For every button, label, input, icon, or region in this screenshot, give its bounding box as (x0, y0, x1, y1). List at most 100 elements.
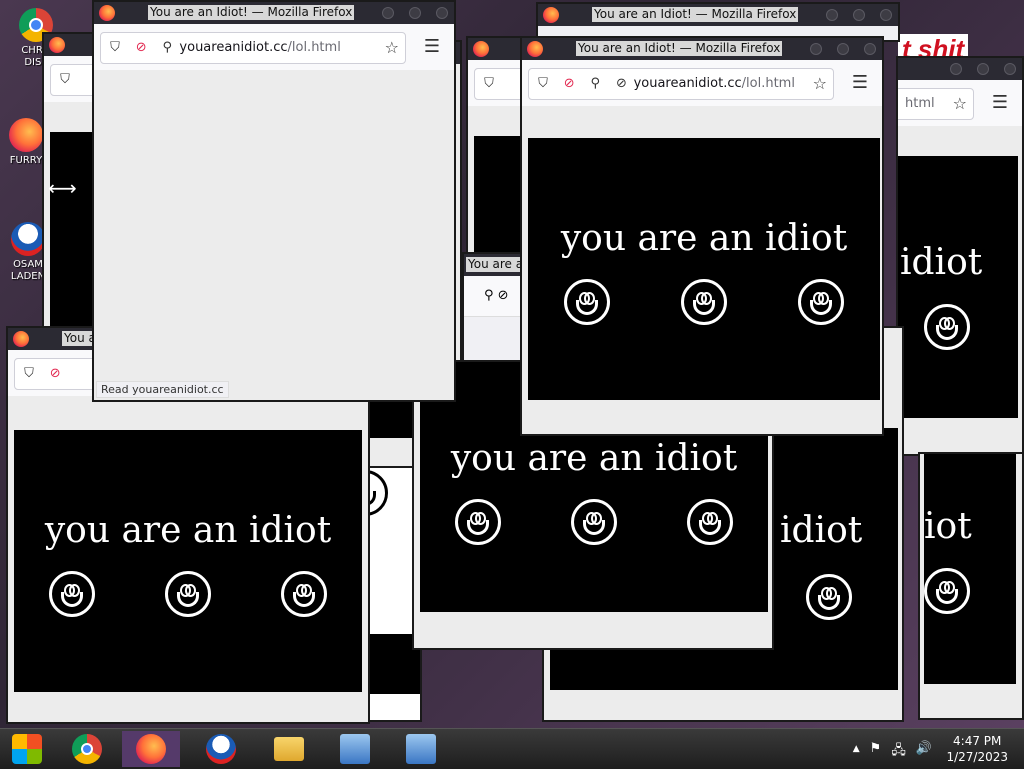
firefox-icon (473, 41, 489, 57)
taskbar-clock[interactable]: 4:47 PM 1/27/2023 (946, 733, 1008, 765)
smiley-icon (924, 304, 970, 350)
shield-icon: ⛉ (60, 72, 70, 87)
maximize-button[interactable] (853, 9, 865, 21)
url-text: html (905, 96, 935, 111)
taskbar-firefox[interactable] (122, 731, 180, 767)
minimize-button[interactable] (826, 9, 838, 21)
idiot-stage: you are an idiot (14, 430, 362, 692)
firefox-icon (543, 7, 559, 23)
window-title: You are an Idiot! — Mozilla Firefox (592, 7, 799, 22)
obama-logo-icon (206, 734, 236, 764)
start-button[interactable] (0, 731, 54, 767)
url-path: /lol.html (287, 40, 341, 55)
action-center-flag-icon[interactable]: ⚑ (870, 741, 882, 763)
bookmark-star-icon[interactable]: ☆ (953, 89, 967, 119)
browser-window[interactable]: iot (918, 452, 1024, 720)
system-tray: ▲ ⚑ 🖧 🔊 (853, 741, 932, 763)
url-bar[interactable]: ⛉ ⊘ ⚲ youareanidiot.cc/lol.html ☆ (100, 32, 406, 64)
desktop: t shit CHRO DISE FURRY OSAM LADEN ⛉ ⟷ ⛉ … (0, 0, 1024, 728)
browser-window[interactable]: You are an Idiot! — Mozilla Firefox ⛉ ⊘ … (92, 0, 456, 402)
window-title: You are an Idiot! — Mozilla Firefox (576, 41, 783, 56)
bookmark-star-icon[interactable]: ☆ (385, 33, 399, 63)
nav-bar: html ☆ ☰ (898, 80, 1022, 127)
start-orb-icon (12, 734, 42, 764)
window-controls (826, 9, 892, 21)
close-button[interactable] (1004, 63, 1016, 75)
nav-bar: ⛉ ⊘ ⚲ ⊘ youareanidiot.cc/lol.html ☆ ☰ (522, 60, 882, 107)
idiot-message: you are an idiot (450, 438, 738, 479)
idiot-stage: you are an idiot (528, 138, 880, 400)
taskbar-explorer[interactable] (260, 731, 318, 767)
volume-icon[interactable]: 🔊 (916, 741, 932, 763)
idiot-message: idiot (780, 510, 863, 551)
smiley-row (14, 571, 362, 617)
firefox-icon (49, 37, 65, 53)
title-bar[interactable]: You are an Idiot! — Mozilla Firefox (522, 38, 882, 60)
url-bar[interactable]: ⛉ ⊘ ⚲ ⊘ youareanidiot.cc/lol.html ☆ (528, 68, 834, 100)
taskbar-control-panel[interactable] (326, 731, 384, 767)
hamburger-menu-icon[interactable]: ☰ (424, 36, 440, 57)
smiley-icon (49, 571, 95, 617)
maximize-button[interactable] (409, 7, 421, 19)
taskbar-obama[interactable] (192, 731, 250, 767)
idiot-stage: iot (924, 454, 1016, 684)
bookmark-star-icon[interactable]: ☆ (813, 69, 827, 99)
tracking-protection-icon: ⊘ (135, 40, 147, 55)
hamburger-menu-icon[interactable]: ☰ (852, 72, 868, 93)
idiot-stage: idiot (898, 156, 1018, 418)
minimize-button[interactable] (950, 63, 962, 75)
tracking-protection-icon: ⊘ (563, 76, 575, 91)
firefox-icon (9, 118, 43, 152)
smiley-icon (281, 571, 327, 617)
window-controls (950, 63, 1016, 75)
chrome-icon (72, 734, 102, 764)
browser-window[interactable]: You are an Idiot! — Mozilla Firefox ⛉ ⊘ … (520, 36, 884, 436)
shield-icon: ⛉ (484, 76, 494, 91)
smiley-icon (165, 571, 211, 617)
page-content: idiot (898, 126, 1022, 454)
hamburger-menu-icon[interactable]: ☰ (992, 92, 1008, 113)
browser-window[interactable]: html ☆ ☰ idiot (896, 56, 1024, 456)
smiley-icon (806, 574, 852, 620)
maximize-button[interactable] (977, 63, 989, 75)
title-bar[interactable]: You are an Idiot! — Mozilla Firefox (94, 2, 454, 24)
close-button[interactable] (864, 43, 876, 55)
window-controls (382, 7, 448, 19)
shield-icon: ⛉ (538, 76, 548, 91)
smiley-icon (924, 568, 970, 614)
obama-logo-icon (11, 222, 45, 256)
close-button[interactable] (880, 9, 892, 21)
camera-blocked-icon: ⊘ (615, 76, 627, 91)
shield-icon: ⛉ (24, 366, 34, 381)
smiley-icon (680, 279, 727, 325)
minimize-button[interactable] (382, 7, 394, 19)
page-content: you are an idiot (522, 106, 882, 434)
clock-time: 4:47 PM (953, 734, 1002, 748)
close-button[interactable] (436, 7, 448, 19)
file-explorer-icon (274, 737, 304, 761)
control-panel-icon (406, 734, 436, 764)
taskbar-control-panel[interactable] (392, 731, 450, 767)
title-bar[interactable] (898, 58, 1022, 80)
url-bar[interactable]: html ☆ (898, 88, 974, 120)
taskbar-chrome[interactable] (58, 731, 116, 767)
idiot-message: idiot (900, 242, 983, 283)
clock-date: 1/27/2023 (946, 750, 1008, 764)
title-bar[interactable]: You are an Idiot! — Mozilla Firefox (538, 4, 898, 26)
permissions-icon: ⚲ (162, 40, 173, 55)
maximize-button[interactable] (837, 43, 849, 55)
resize-cursor-icon: ⟷ (48, 176, 77, 200)
permissions-icon: ⚲ (590, 76, 601, 91)
idiot-message: you are an idiot (44, 510, 332, 551)
smiley-row (420, 499, 768, 545)
idiot-message: iot (924, 506, 972, 547)
window-controls (810, 43, 876, 55)
window-title: You are an Idiot! — Mozilla Firefox (148, 5, 355, 20)
show-hidden-icons-icon[interactable]: ▲ (853, 744, 860, 763)
nav-bar: ⛉ ⊘ ⚲ youareanidiot.cc/lol.html ☆ ☰ (94, 24, 454, 71)
network-icon[interactable]: 🖧 (891, 741, 906, 763)
shield-icon: ⛉ (110, 40, 120, 55)
firefox-icon (13, 331, 29, 347)
firefox-icon (136, 734, 166, 764)
minimize-button[interactable] (810, 43, 822, 55)
